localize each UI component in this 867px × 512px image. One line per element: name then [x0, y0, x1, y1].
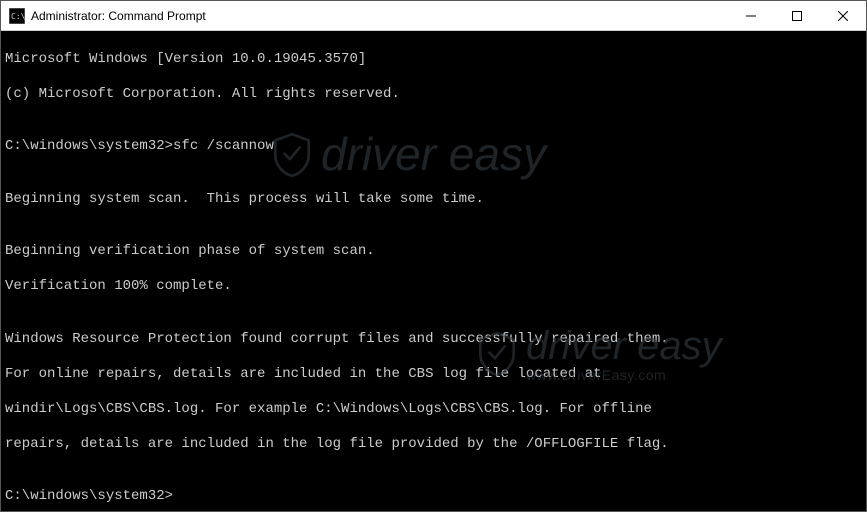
prompt-line: C:\windows\system32> — [5, 488, 862, 506]
minimize-button[interactable] — [728, 1, 774, 30]
svg-text:C:\: C:\ — [11, 12, 25, 21]
output-line: Microsoft Windows [Version 10.0.19045.35… — [5, 51, 862, 69]
output-line: Beginning system scan. This process will… — [5, 191, 862, 209]
watermark: driver easy — [271, 126, 546, 184]
watermark-text: driver easy — [321, 126, 546, 184]
maximize-button[interactable] — [774, 1, 820, 30]
prompt-line: C:\windows\system32>sfc /scannow — [5, 138, 862, 156]
close-button[interactable] — [820, 1, 866, 30]
prompt-path: C:\windows\system32> — [5, 488, 173, 504]
cursor-icon — [173, 490, 181, 504]
output-line: For online repairs, details are included… — [5, 366, 862, 384]
output-line: Beginning verification phase of system s… — [5, 243, 862, 261]
output-line: Windows Resource Protection found corrup… — [5, 331, 862, 349]
command-prompt-icon: C:\ — [9, 8, 25, 24]
window-titlebar[interactable]: C:\ Administrator: Command Prompt — [1, 1, 866, 31]
window-controls — [728, 1, 866, 30]
terminal-output[interactable]: Microsoft Windows [Version 10.0.19045.35… — [1, 31, 866, 511]
output-line: Verification 100% complete. — [5, 278, 862, 296]
output-line: (c) Microsoft Corporation. All rights re… — [5, 86, 862, 104]
output-line: repairs, details are included in the log… — [5, 436, 862, 454]
window-title: Administrator: Command Prompt — [31, 9, 728, 23]
prompt-path: C:\windows\system32> — [5, 138, 173, 154]
output-line: windir\Logs\CBS\CBS.log. For example C:\… — [5, 401, 862, 419]
command-text: sfc /scannow — [173, 138, 274, 154]
